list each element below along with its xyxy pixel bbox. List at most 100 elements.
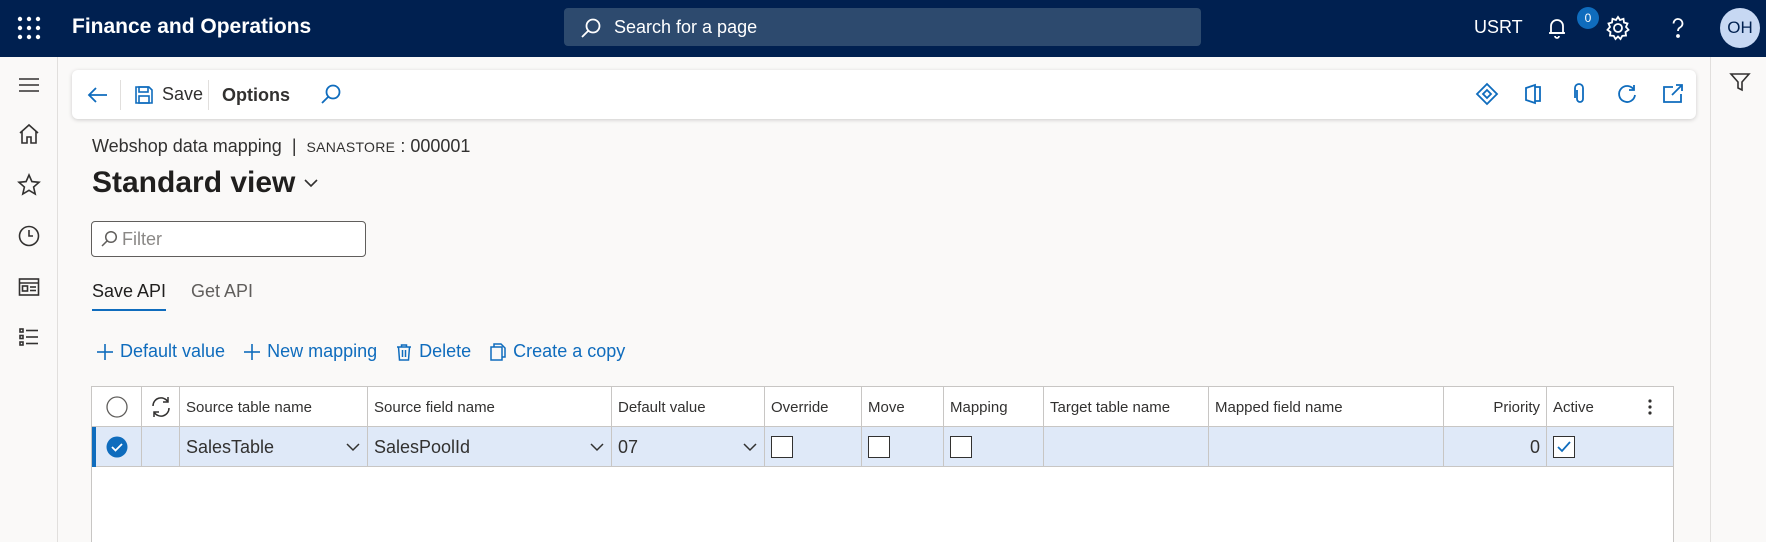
delete-label: Delete xyxy=(419,341,472,361)
filter-input[interactable] xyxy=(122,228,352,250)
table-row[interactable]: SalesTable SalesPoolId 07 0 xyxy=(92,427,1673,467)
priority-value: 0 xyxy=(1529,436,1540,457)
breadcrumb-record-prefix: SANASTORE xyxy=(306,139,396,155)
mapped-field-cell[interactable] xyxy=(1209,427,1444,467)
default-value-value: 07 xyxy=(618,436,639,457)
column-header-move[interactable]: Move xyxy=(862,387,944,427)
paperclip-icon[interactable] xyxy=(1568,82,1592,106)
column-header-mapped-field[interactable]: Mapped field name xyxy=(1209,387,1444,427)
move-cell xyxy=(862,427,944,467)
select-all-column[interactable] xyxy=(92,387,142,427)
column-header-source-field[interactable]: Source field name xyxy=(368,387,612,427)
column-header-target-table[interactable]: Target table name xyxy=(1044,387,1209,427)
chevron-down-icon xyxy=(303,175,319,191)
home-icon[interactable] xyxy=(17,122,41,146)
breadcrumb-form-name: Webshop data mapping xyxy=(92,136,282,156)
workspace-icon[interactable] xyxy=(17,275,41,299)
search-icon xyxy=(580,17,602,39)
column-header-priority[interactable]: Priority xyxy=(1444,387,1547,427)
help-icon[interactable] xyxy=(1665,15,1691,41)
office-icon[interactable] xyxy=(1521,82,1545,106)
move-checkbox[interactable] xyxy=(868,436,890,458)
power-apps-icon[interactable] xyxy=(1475,82,1499,106)
column-options-icon[interactable] xyxy=(1627,387,1673,427)
override-cell xyxy=(765,427,862,467)
breadcrumb-record-suffix: : 000001 xyxy=(400,136,471,156)
active-checkbox[interactable] xyxy=(1553,436,1575,458)
column-header-source-table[interactable]: Source table name xyxy=(180,387,368,427)
action-pane: Save Options xyxy=(72,70,1696,119)
override-checkbox[interactable] xyxy=(771,436,793,458)
mapping-checkbox[interactable] xyxy=(950,436,972,458)
source-table-dropdown[interactable]: SalesTable xyxy=(180,427,368,467)
view-selector[interactable]: Standard view xyxy=(92,166,319,200)
save-icon xyxy=(134,85,154,105)
search-icon xyxy=(100,230,118,248)
bell-icon[interactable] xyxy=(1544,15,1570,41)
create-copy-label: Create a copy xyxy=(513,341,626,361)
page-search-box[interactable]: Search for a page xyxy=(564,8,1201,46)
refresh-column[interactable] xyxy=(142,387,180,427)
plus-icon xyxy=(96,343,114,361)
mapping-cell xyxy=(944,427,1044,467)
default-value-dropdown[interactable]: 07 xyxy=(612,427,765,467)
star-icon[interactable] xyxy=(17,173,41,197)
company-picker[interactable]: USRT xyxy=(1474,17,1523,38)
default-value-button[interactable]: Default value xyxy=(96,341,225,362)
page-title: Standard view xyxy=(92,166,296,199)
gear-icon[interactable] xyxy=(1605,15,1631,41)
options-tab[interactable]: Options xyxy=(222,85,290,106)
refresh-icon[interactable] xyxy=(1615,82,1639,106)
hamburger-icon[interactable] xyxy=(17,73,41,97)
priority-cell[interactable]: 0 xyxy=(1444,427,1547,467)
action-pane-separator xyxy=(120,80,121,110)
tab-get-api[interactable]: Get API xyxy=(191,281,253,302)
attachments-count-badge: 0 xyxy=(1577,7,1599,29)
app-launcher-icon[interactable] xyxy=(16,15,42,41)
delete-button[interactable]: Delete xyxy=(395,341,471,362)
default-value-label: Default value xyxy=(120,341,226,361)
chevron-down-icon xyxy=(345,439,361,455)
back-arrow-icon[interactable] xyxy=(86,83,110,107)
save-button[interactable]: Save xyxy=(134,70,203,119)
trash-icon xyxy=(395,343,413,361)
right-rail xyxy=(1710,57,1766,542)
sync-icon xyxy=(149,395,173,419)
page-search-placeholder: Search for a page xyxy=(614,17,758,37)
chevron-down-icon xyxy=(742,439,758,455)
source-field-value: SalesPoolId xyxy=(374,436,471,457)
row-indicator-cell xyxy=(142,427,180,467)
copy-icon xyxy=(489,342,507,361)
breadcrumb: Webshop data mapping | SANASTORE : 000001 xyxy=(92,136,470,157)
clock-icon[interactable] xyxy=(17,224,41,248)
active-cell xyxy=(1547,427,1673,467)
new-mapping-button[interactable]: New mapping xyxy=(243,341,377,362)
select-all-circle-icon xyxy=(105,396,128,418)
source-field-dropdown[interactable]: SalesPoolId xyxy=(368,427,612,467)
column-header-mapping[interactable]: Mapping xyxy=(944,387,1044,427)
filter-icon[interactable] xyxy=(1729,71,1751,93)
create-copy-button[interactable]: Create a copy xyxy=(489,341,625,362)
tab-save-api[interactable]: Save API xyxy=(92,281,167,311)
row-select-checkbox[interactable] xyxy=(92,427,142,467)
plus-icon xyxy=(243,343,261,361)
mapping-grid: Source table name Source field name Defa… xyxy=(91,386,1674,542)
top-bar: Finance and Operations Search for a page… xyxy=(0,0,1766,57)
column-header-default-value[interactable]: Default value xyxy=(612,387,765,427)
column-header-override[interactable]: Override xyxy=(765,387,862,427)
grid-toolbar: Default value New mapping Delete Create … xyxy=(96,341,625,362)
chevron-down-icon xyxy=(589,439,605,455)
open-in-new-window-icon[interactable] xyxy=(1661,82,1685,106)
target-table-cell[interactable] xyxy=(1044,427,1209,467)
user-avatar[interactable]: OH xyxy=(1720,8,1760,48)
modules-list-icon[interactable] xyxy=(17,325,41,349)
checkmark-circle-icon xyxy=(106,436,128,458)
grid-header-row: Source table name Source field name Defa… xyxy=(92,387,1673,427)
column-header-active[interactable]: Active xyxy=(1547,387,1627,427)
save-button-label: Save xyxy=(162,84,204,104)
search-icon[interactable] xyxy=(320,83,342,105)
navigation-pane xyxy=(0,57,58,542)
app-title[interactable]: Finance and Operations xyxy=(72,15,311,39)
breadcrumb-separator: | xyxy=(291,136,297,156)
action-pane-separator xyxy=(208,80,209,110)
